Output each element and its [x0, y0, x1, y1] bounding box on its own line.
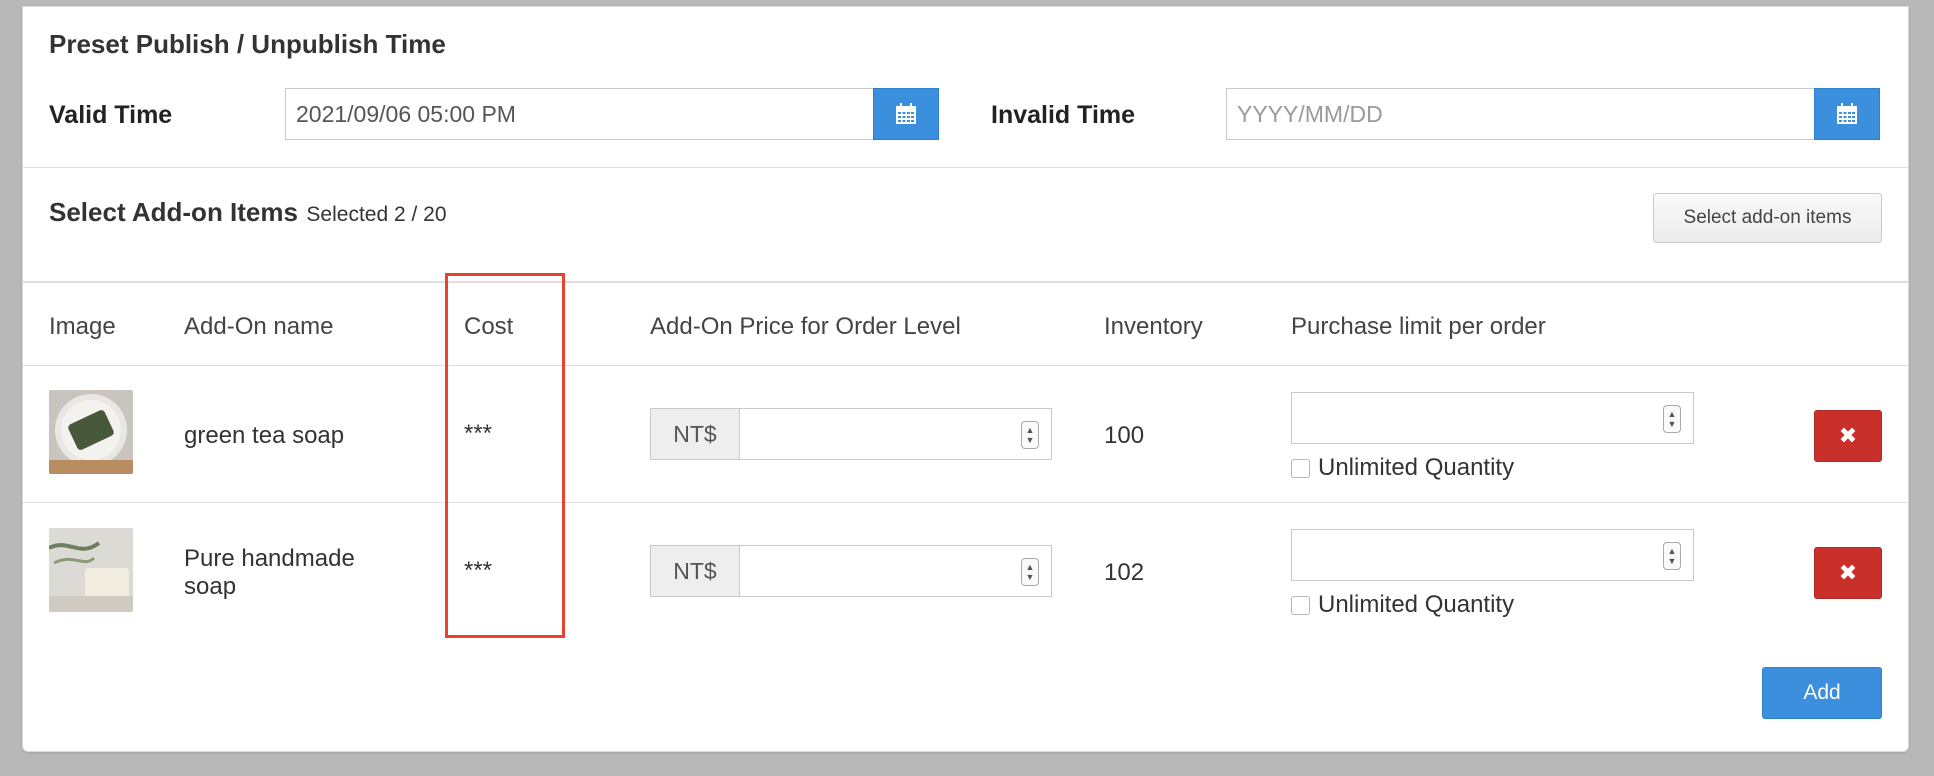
- calendar-icon: [896, 103, 916, 124]
- product-thumbnail: [49, 390, 133, 474]
- valid-time-input[interactable]: [285, 88, 873, 140]
- close-icon: ✖: [1838, 423, 1858, 448]
- currency-addon: NT$: [651, 409, 740, 459]
- number-spinner[interactable]: ▲ ▼: [1021, 558, 1039, 586]
- addon-inventory: 102: [1104, 559, 1145, 586]
- product-image: [49, 390, 133, 474]
- table-row: green tea soap *** NT$ ▲ ▼ 100 ▲ ▼ Unlimit…: [23, 366, 1908, 502]
- col-header-price: Add-On Price for Order Level: [650, 313, 961, 340]
- valid-time-label: Valid Time: [49, 101, 173, 129]
- unlimited-quantity-checkbox[interactable]: [1291, 595, 1310, 615]
- selected-count: Selected 2 / 20: [306, 203, 447, 226]
- invalid-time-picker: [1226, 88, 1880, 140]
- table-top-divider: [23, 281, 1908, 283]
- number-spinner[interactable]: ▲ ▼: [1021, 421, 1039, 449]
- section-divider: [23, 167, 1908, 168]
- publish-section-title: Preset Publish / Unpublish Time: [49, 29, 446, 59]
- unlimited-quantity-option: Unlimited Quantity: [1291, 591, 1514, 619]
- invalid-time-calendar-button[interactable]: [1814, 88, 1880, 140]
- addon-name: green tea soap: [184, 422, 345, 449]
- addons-section-title: Select Add-on Items: [49, 197, 298, 227]
- number-spinner[interactable]: ▲ ▼: [1663, 542, 1681, 570]
- purchase-limit-input[interactable]: ▲ ▼: [1291, 529, 1694, 581]
- close-icon: ✖: [1838, 560, 1858, 585]
- addon-name-line: soap: [184, 573, 237, 600]
- delete-row-button[interactable]: ✖: [1814, 410, 1882, 462]
- col-header-inventory: Inventory: [1104, 313, 1203, 340]
- product-thumbnail: [49, 528, 133, 612]
- addon-inventory: 100: [1104, 422, 1145, 449]
- delete-row-button[interactable]: ✖: [1814, 547, 1882, 599]
- col-header-purchase-limit: Purchase limit per order: [1291, 313, 1546, 340]
- unlimited-quantity-option: Unlimited Quantity: [1291, 454, 1514, 482]
- unlimited-quantity-label: Unlimited Quantity: [1318, 454, 1515, 481]
- unlimited-quantity-checkbox[interactable]: [1291, 458, 1310, 478]
- addon-price-input[interactable]: ▲ ▼: [740, 546, 1051, 596]
- invalid-time-label: Invalid Time: [991, 101, 1136, 129]
- addon-settings-panel: Preset Publish / Unpublish Time Valid Ti…: [22, 6, 1909, 752]
- number-spinner[interactable]: ▲ ▼: [1663, 405, 1681, 433]
- addon-price-group: NT$ ▲ ▼: [650, 545, 1052, 597]
- addon-name-line: Pure handmade: [184, 545, 355, 572]
- col-header-image: Image: [49, 313, 116, 340]
- addons-heading: Select Add-on Items Selected 2 / 20: [49, 197, 447, 228]
- product-image: [49, 528, 133, 612]
- calendar-icon: [1837, 103, 1857, 124]
- table-row: Pure handmade soap *** NT$ ▲ ▼ 102 ▲ ▼ Unl…: [23, 503, 1908, 639]
- cost-column-highlight: [445, 273, 565, 638]
- unlimited-quantity-label: Unlimited Quantity: [1318, 591, 1515, 618]
- addon-price-group: NT$ ▲ ▼: [650, 408, 1052, 460]
- valid-time-calendar-button[interactable]: [873, 88, 939, 140]
- purchase-limit-input[interactable]: ▲ ▼: [1291, 392, 1694, 444]
- col-header-name: Add-On name: [184, 313, 334, 340]
- currency-addon: NT$: [651, 546, 740, 596]
- add-button[interactable]: Add: [1762, 667, 1882, 719]
- select-addon-items-button[interactable]: Select add-on items: [1653, 193, 1882, 243]
- addon-price-input[interactable]: ▲ ▼: [740, 409, 1051, 459]
- invalid-time-input[interactable]: [1226, 88, 1814, 140]
- addon-name: Pure handmade soap: [184, 545, 355, 601]
- valid-time-picker: [285, 88, 939, 140]
